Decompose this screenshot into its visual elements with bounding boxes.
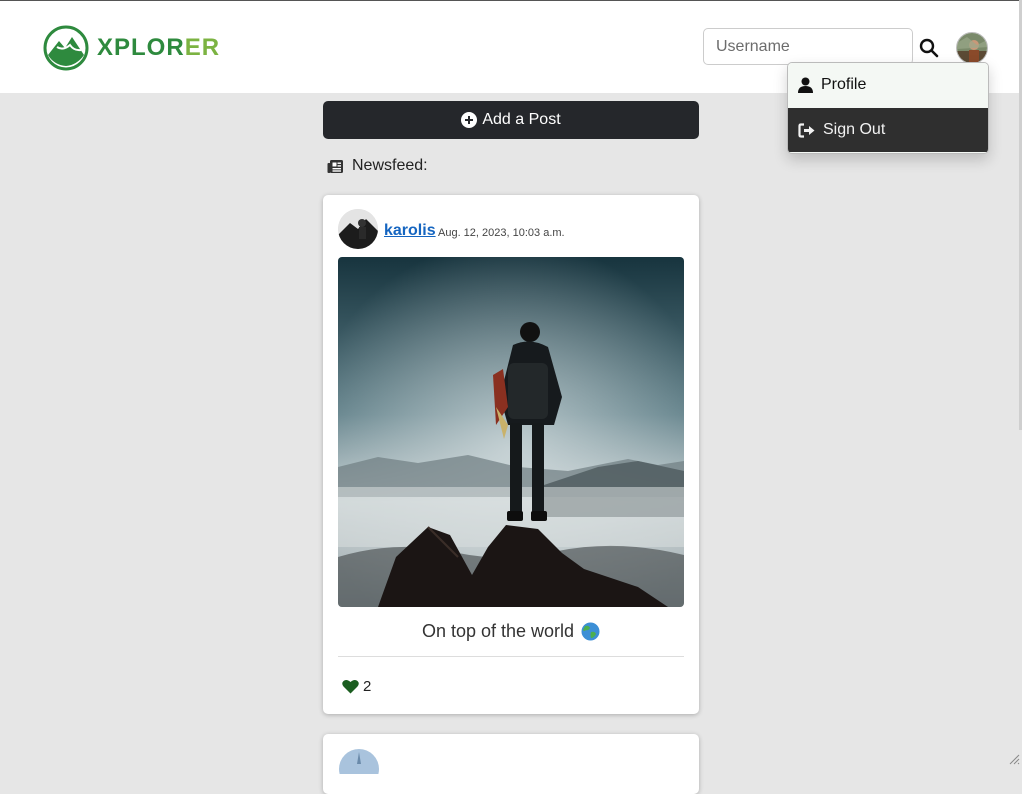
user-dropdown-menu: Profile Sign Out <box>787 62 989 154</box>
post-author-avatar[interactable] <box>338 209 378 249</box>
search-icon[interactable] <box>918 37 940 59</box>
post-caption: On top of the world <box>338 621 684 642</box>
newsfeed-label: Newsfeed: <box>352 157 428 174</box>
caption-text: On top of the world <box>421 621 575 641</box>
mountain-logo-icon <box>43 25 89 71</box>
like-count: 2 <box>363 678 372 695</box>
like-section: 2 <box>342 678 371 695</box>
sign-out-icon <box>798 122 815 138</box>
menu-item-profile[interactable]: Profile <box>788 63 988 107</box>
menu-item-sign-out[interactable]: Sign Out <box>788 108 988 152</box>
post-card: karolis Aug. 12, 2023, 10:03 a.m. On top… <box>323 195 699 714</box>
menu-item-label: Sign Out <box>823 121 886 138</box>
avatar <box>339 749 379 789</box>
divider <box>338 656 684 657</box>
post-image[interactable] <box>338 257 684 607</box>
heart-icon[interactable] <box>342 679 359 694</box>
menu-item-label: Profile <box>821 76 867 93</box>
post-timestamp: Aug. 12, 2023, 10:03 a.m. <box>438 227 565 239</box>
plus-circle-icon <box>461 112 478 128</box>
globe-icon <box>581 622 600 641</box>
post-card <box>323 734 699 794</box>
brand-logo[interactable]: XPLORER <box>43 25 220 71</box>
username-search-input[interactable] <box>703 28 913 65</box>
avatar <box>957 33 987 63</box>
hiker-on-summit-photo <box>338 257 684 607</box>
user-avatar-button[interactable] <box>956 32 988 64</box>
brand-name: XPLORER <box>97 34 221 61</box>
newspaper-icon <box>327 159 343 173</box>
newsfeed-heading: Newsfeed: <box>327 157 428 175</box>
user-icon <box>798 77 813 93</box>
add-post-button[interactable]: Add a Post <box>323 101 699 139</box>
avatar <box>338 209 378 249</box>
add-post-label: Add a Post <box>482 111 561 128</box>
post-author-link[interactable]: karolis <box>384 222 436 240</box>
resize-handle-icon[interactable] <box>1008 753 1020 765</box>
